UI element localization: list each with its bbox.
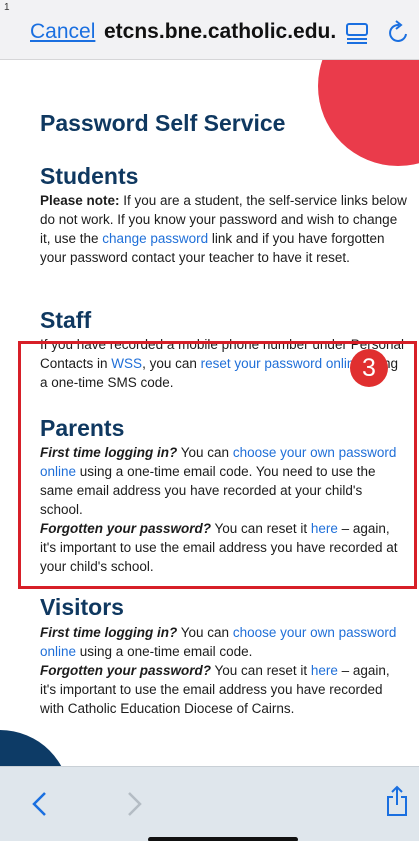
chevron-right-icon	[128, 792, 142, 816]
home-indicator[interactable]	[148, 837, 298, 841]
corner-mark: 1	[4, 2, 10, 13]
browser-bottom-bar	[0, 766, 419, 841]
students-text: Please note: If you are a student, the s…	[40, 191, 408, 267]
change-password-link[interactable]: change password	[102, 231, 208, 246]
visitors-first-text-2: using a one-time email code.	[76, 644, 253, 659]
url-address[interactable]: etcns.bne.catholic.edu.au	[104, 20, 336, 44]
chevron-left-icon[interactable]	[30, 791, 50, 817]
visitors-first-label: First time logging in?	[40, 625, 178, 640]
page-title: Password Self Service	[40, 110, 286, 136]
cancel-button[interactable]: Cancel	[30, 20, 95, 44]
annotation-step-badge: 3	[350, 349, 388, 387]
visitors-first-text-1: You can	[177, 625, 233, 640]
share-icon[interactable]	[385, 785, 409, 817]
reload-icon[interactable]	[386, 20, 412, 46]
staff-heading: Staff	[40, 307, 92, 333]
visitors-forgot-label: Forgotten your password?	[40, 663, 212, 678]
visitors-reset-here-link[interactable]: here	[311, 663, 338, 678]
visitors-heading: Visitors	[40, 594, 124, 620]
reader-mode-icon[interactable]	[345, 22, 369, 44]
browser-top-bar: 1 Cancel etcns.bne.catholic.edu.au	[0, 0, 419, 60]
decorative-red-circle	[318, 60, 419, 166]
decorative-navy-circle	[0, 730, 70, 766]
students-note-label: Please note:	[40, 193, 120, 208]
visitors-text: First time logging in? You can choose yo…	[40, 623, 408, 718]
visitors-forgot-text-1: You can reset it	[211, 663, 311, 678]
students-heading: Students	[40, 163, 139, 189]
